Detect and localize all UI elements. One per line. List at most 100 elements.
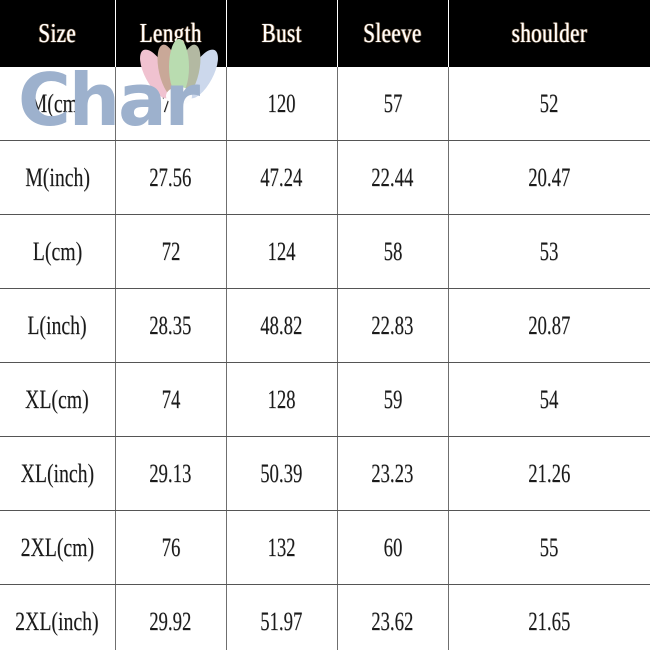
column-header-sleeve: Sleeve (337, 0, 448, 67)
table-row: 2XL(inch) 29.92 51.97 23.62 21.65 (0, 584, 650, 650)
column-header-bust-label: Bust (261, 18, 302, 48)
cell-bust: 132 (225, 510, 338, 585)
column-header-sleeve-label: Sleeve (363, 18, 422, 48)
cell-shoulder: 55 (447, 510, 650, 585)
cell-sleeve: 59 (336, 362, 449, 437)
cell-length-value: 28.35 (149, 310, 192, 340)
cell-size: 2XL(inch) (0, 584, 116, 650)
table-row: M(inch) 27.56 47.24 22.44 20.47 (0, 140, 650, 215)
cell-sleeve-value: 22.83 (371, 310, 414, 340)
cell-size-value: L(cm) (32, 236, 82, 266)
cell-size: XL(cm) (0, 362, 116, 437)
cell-shoulder: 20.87 (447, 288, 650, 363)
column-header-bust: Bust (226, 0, 337, 67)
cell-sleeve-value: 60 (383, 532, 402, 562)
cell-size-value: XL(inch) (20, 458, 95, 488)
cell-bust: 50.39 (225, 436, 338, 511)
cell-shoulder: 54 (447, 362, 650, 437)
cell-shoulder-value: 55 (539, 532, 559, 562)
table-row: M(cm) 70 120 57 52 (0, 67, 650, 141)
cell-bust-value: 120 (267, 88, 296, 118)
table-row: XL(cm) 74 128 59 54 (0, 362, 650, 437)
cell-sleeve: 57 (336, 67, 449, 141)
cell-sleeve-value: 23.23 (371, 458, 414, 488)
cell-length-value: 70 (161, 88, 180, 118)
cell-bust-value: 124 (267, 236, 296, 266)
cell-sleeve: 23.23 (336, 436, 449, 511)
cell-sleeve: 22.83 (336, 288, 449, 363)
cell-size-value: 2XL(cm) (20, 532, 95, 562)
cell-length-value: 27.56 (149, 162, 192, 192)
cell-size-value: M(inch) (24, 162, 90, 192)
cell-size-value: M(cm) (29, 88, 85, 118)
cell-sleeve-value: 57 (383, 88, 402, 118)
cell-length: 29.13 (114, 436, 227, 511)
cell-bust-value: 50.39 (260, 458, 303, 488)
cell-bust: 128 (225, 362, 338, 437)
cell-shoulder-value: 52 (539, 88, 559, 118)
cell-length: 70 (114, 67, 227, 141)
cell-sleeve: 58 (336, 214, 449, 289)
cell-shoulder-value: 54 (539, 384, 559, 414)
cell-bust-value: 51.97 (260, 606, 303, 636)
column-header-shoulder: shoulder (448, 0, 650, 67)
cell-size: 2XL(cm) (0, 510, 116, 585)
cell-size: XL(inch) (0, 436, 116, 511)
table-row: 2XL(cm) 76 132 60 55 (0, 510, 650, 585)
cell-sleeve: 23.62 (336, 584, 449, 650)
cell-shoulder-value: 53 (539, 236, 559, 266)
table-body: M(cm) 70 120 57 52 M(inch) 27.56 47.24 2… (0, 67, 650, 650)
cell-length-value: 76 (161, 532, 180, 562)
cell-length-value: 29.13 (149, 458, 192, 488)
cell-bust: 48.82 (225, 288, 338, 363)
cell-length-value: 72 (161, 236, 180, 266)
cell-length: 29.92 (114, 584, 227, 650)
column-header-size-label: Size (38, 18, 77, 48)
cell-sleeve: 22.44 (336, 140, 449, 215)
cell-size: L(cm) (0, 214, 116, 289)
cell-shoulder-value: 21.65 (528, 606, 571, 636)
table-header: Size Length Bust Sleeve shoulder (0, 0, 650, 67)
cell-length: 74 (114, 362, 227, 437)
cell-sleeve: 60 (336, 510, 449, 585)
cell-shoulder: 53 (447, 214, 650, 289)
cell-bust: 51.97 (225, 584, 338, 650)
cell-bust: 120 (225, 67, 338, 141)
cell-shoulder: 21.26 (447, 436, 650, 511)
cell-length: 27.56 (114, 140, 227, 215)
cell-bust-value: 48.82 (260, 310, 303, 340)
cell-shoulder-value: 20.87 (528, 310, 571, 340)
cell-sleeve-value: 58 (383, 236, 402, 266)
cell-size-value: L(inch) (27, 310, 87, 340)
cell-bust-value: 132 (267, 532, 296, 562)
table-row: L(inch) 28.35 48.82 22.83 20.87 (0, 288, 650, 363)
cell-bust-value: 47.24 (260, 162, 303, 192)
cell-shoulder-value: 20.47 (528, 162, 571, 192)
cell-size: M(cm) (0, 67, 116, 141)
column-header-length-label: Length (139, 18, 202, 48)
cell-bust: 124 (225, 214, 338, 289)
size-chart-table: Size Length Bust Sleeve shoulder M(cm) 7… (0, 0, 650, 650)
cell-shoulder: 52 (447, 67, 650, 141)
cell-shoulder: 21.65 (447, 584, 650, 650)
cell-sleeve-value: 22.44 (371, 162, 414, 192)
cell-length-value: 29.92 (149, 606, 192, 636)
cell-bust-value: 128 (267, 384, 296, 414)
cell-bust: 47.24 (225, 140, 338, 215)
cell-size: L(inch) (0, 288, 116, 363)
column-header-size: Size (0, 0, 115, 67)
column-header-shoulder-label: shoulder (511, 18, 587, 48)
cell-sleeve-value: 59 (383, 384, 402, 414)
cell-size: M(inch) (0, 140, 116, 215)
table-row: XL(inch) 29.13 50.39 23.23 21.26 (0, 436, 650, 511)
cell-length: 76 (114, 510, 227, 585)
table-row: L(cm) 72 124 58 53 (0, 214, 650, 289)
cell-shoulder-value: 21.26 (528, 458, 571, 488)
cell-size-value: XL(cm) (25, 384, 90, 414)
column-header-length: Length (115, 0, 226, 67)
cell-size-value: 2XL(inch) (15, 606, 99, 636)
size-chart-screenshot: Size Length Bust Sleeve shoulder M(cm) 7… (0, 0, 650, 650)
cell-sleeve-value: 23.62 (371, 606, 414, 636)
cell-length-value: 74 (161, 384, 180, 414)
cell-shoulder: 20.47 (447, 140, 650, 215)
